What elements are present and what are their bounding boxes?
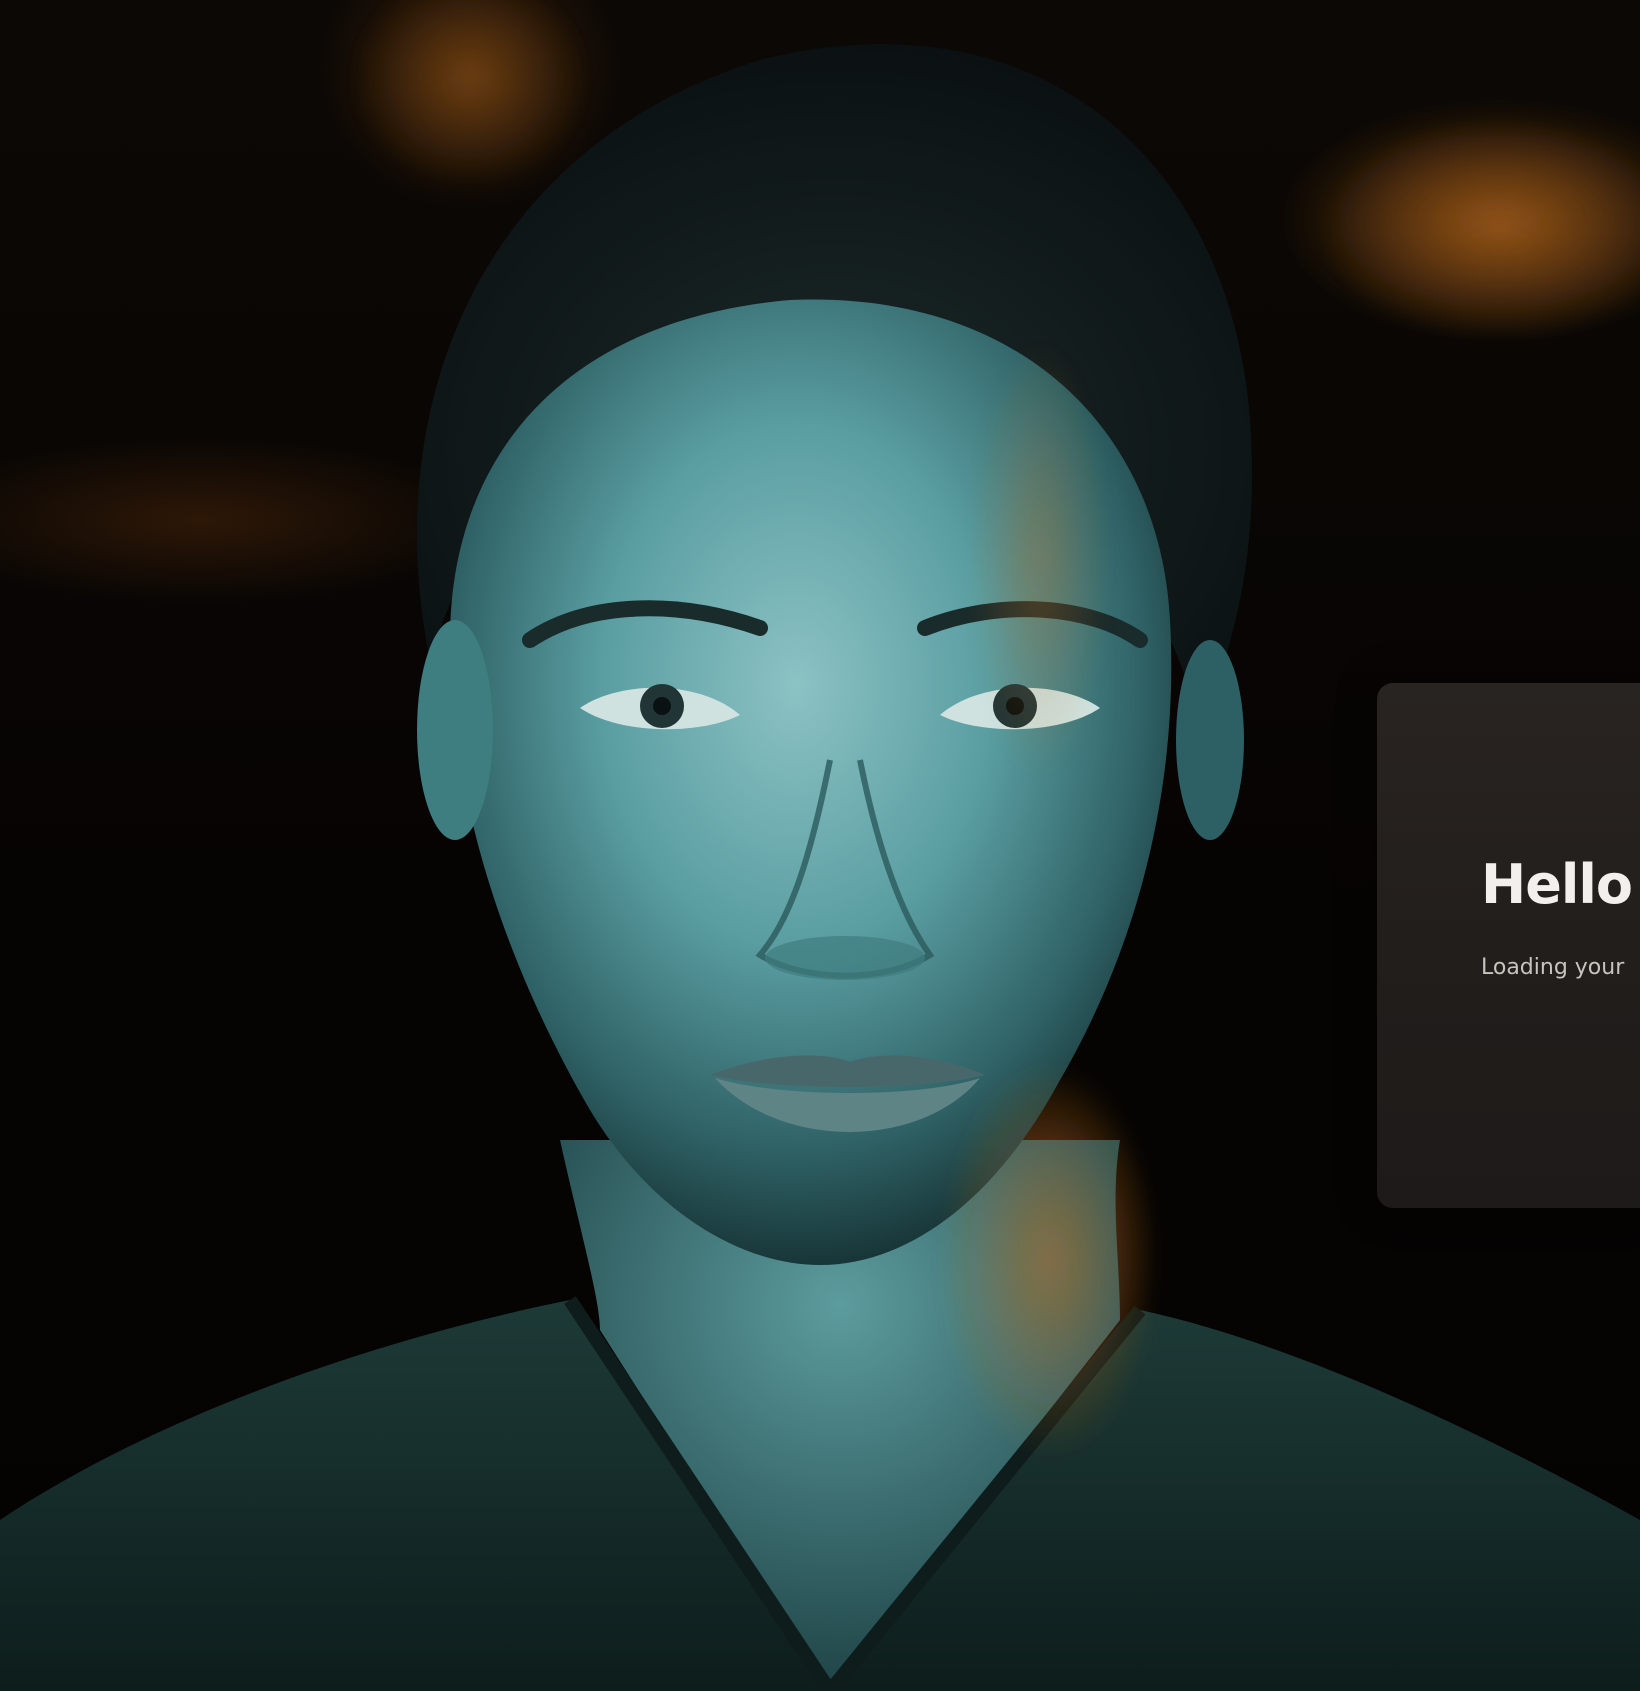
login-screen: Hello Loading your bbox=[0, 0, 1640, 1691]
welcome-title: Hello bbox=[1481, 853, 1633, 916]
welcome-card: Hello Loading your bbox=[1377, 683, 1640, 1208]
loading-status-text: Loading your bbox=[1481, 955, 1625, 980]
